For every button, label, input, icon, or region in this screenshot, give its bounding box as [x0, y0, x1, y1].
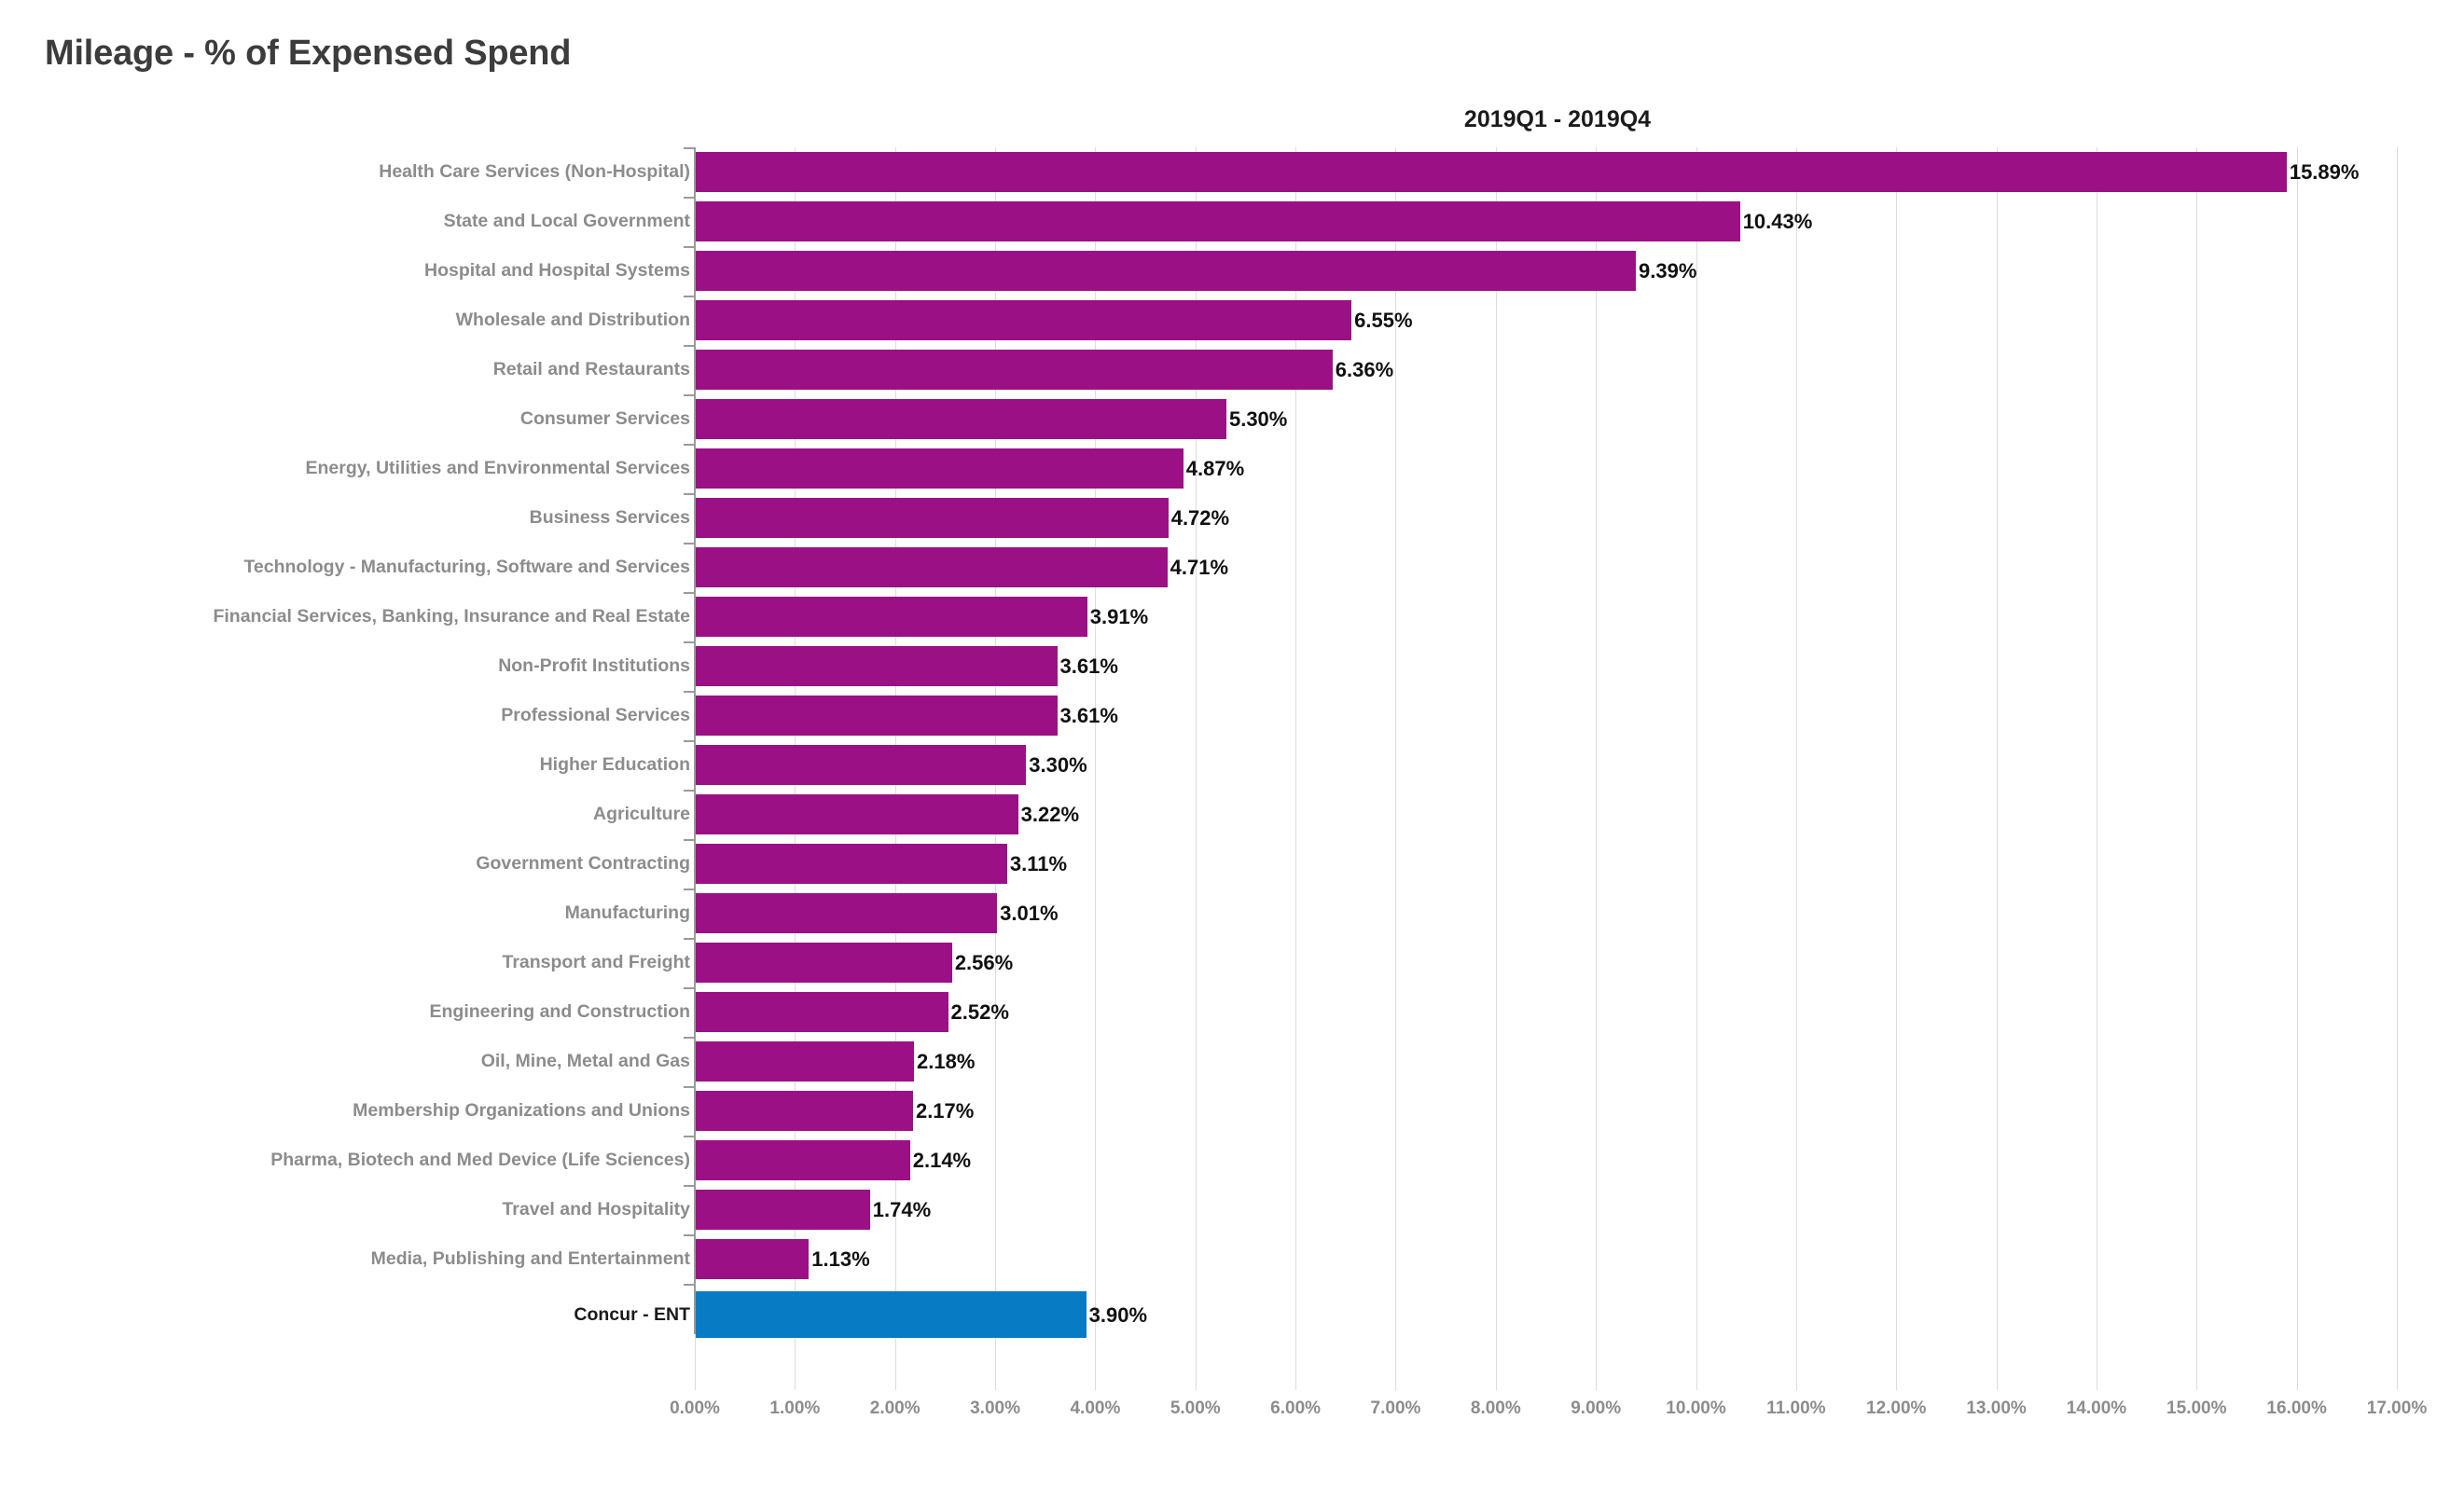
x-axis: 0.00% 1.00% 2.00% 3.00% 4.00% 5.00% 6.00% 7.00%…: [670, 1398, 2427, 1436]
y-axis-tick: [684, 641, 695, 643]
x-tick-label: 8.00%: [1470, 1398, 1521, 1418]
bar[interactable]: [696, 1291, 1087, 1338]
y-axis-tick: [684, 147, 695, 149]
bar-value-label: 1.13%: [811, 1247, 870, 1271]
category-label: Media, Publishing and Entertainment: [370, 1248, 690, 1269]
y-axis-tick: [684, 889, 695, 890]
bar[interactable]: [696, 399, 1226, 439]
bar-chart: Health Care Services (Non-Hospital) 15.89…: [0, 147, 2464, 1397]
y-axis-tick: [684, 197, 695, 199]
bar[interactable]: [696, 498, 1169, 538]
x-tick-label: 14.00%: [2066, 1398, 2127, 1418]
chart-row: Media, Publishing and Entertainment 1.13%: [0, 1229, 2464, 1289]
bar[interactable]: [696, 597, 1087, 637]
bar[interactable]: [696, 1190, 870, 1230]
bar[interactable]: [696, 992, 948, 1032]
bar[interactable]: [696, 1239, 810, 1279]
bar[interactable]: [696, 152, 2287, 192]
bar[interactable]: [696, 844, 1007, 884]
x-tick-label: 12.00%: [1866, 1398, 1927, 1418]
x-tick-label: 0.00%: [670, 1398, 720, 1418]
x-tick-label: 5.00%: [1170, 1398, 1221, 1418]
x-tick-label: 4.00%: [1070, 1398, 1121, 1418]
y-axis-tick: [684, 938, 695, 940]
bar[interactable]: [696, 1140, 910, 1180]
chart-subtitle: 2019Q1 - 2019Q4: [1463, 106, 1652, 132]
bar[interactable]: [696, 696, 1058, 736]
category-label: Concur - ENT: [574, 1304, 690, 1325]
y-axis-tick: [684, 444, 695, 446]
x-tick-label: 15.00%: [2166, 1398, 2227, 1418]
y-axis-tick: [684, 790, 695, 792]
y-axis-tick: [684, 1136, 695, 1137]
bar[interactable]: [696, 300, 1352, 340]
bar[interactable]: [696, 794, 1018, 834]
y-axis-tick: [684, 394, 695, 396]
y-axis-tick: [684, 691, 695, 693]
y-axis-tick: [684, 839, 695, 841]
bar[interactable]: [696, 1091, 913, 1131]
y-axis-tick: [684, 493, 695, 495]
y-axis-tick: [684, 592, 695, 594]
bar[interactable]: [696, 201, 1740, 241]
bar[interactable]: [696, 1041, 915, 1082]
bar[interactable]: [696, 893, 998, 933]
bar[interactable]: [696, 350, 1333, 390]
y-axis-tick: [684, 1185, 695, 1187]
bar[interactable]: [696, 646, 1058, 686]
page-title: Mileage - % of Expensed Spend: [45, 34, 572, 73]
x-tick-label: 7.00%: [1370, 1398, 1421, 1418]
bar[interactable]: [696, 547, 1168, 587]
chart-row-highlight: Concur - ENT 3.90%: [0, 1285, 2464, 1345]
y-axis-tick: [684, 1037, 695, 1039]
bar-value-label: 3.90%: [1088, 1303, 1148, 1327]
x-tick-label: 10.00%: [1666, 1398, 1726, 1418]
bar[interactable]: [696, 745, 1027, 785]
x-tick-label: 17.00%: [2366, 1398, 2428, 1418]
x-tick-label: 9.00%: [1571, 1398, 1622, 1418]
x-tick-label: 16.00%: [2266, 1398, 2327, 1418]
x-tick-label: 3.00%: [970, 1398, 1020, 1418]
y-axis-tick: [684, 296, 695, 297]
x-tick-label: 1.00%: [769, 1398, 821, 1418]
x-tick-label: 6.00%: [1270, 1398, 1322, 1418]
y-axis-tick: [684, 987, 695, 989]
y-axis-tick: [684, 1284, 695, 1286]
y-axis-tick: [684, 345, 695, 347]
y-axis-tick: [684, 543, 695, 544]
x-tick-label: 2.00%: [869, 1398, 921, 1418]
y-axis-tick: [684, 246, 695, 248]
bar[interactable]: [696, 943, 952, 983]
bar[interactable]: [696, 251, 1637, 291]
x-tick-label: 13.00%: [1966, 1398, 2027, 1418]
bar[interactable]: [696, 448, 1184, 489]
x-tick-label: 11.00%: [1766, 1398, 1826, 1418]
y-axis-tick: [684, 740, 695, 742]
y-axis-tick: [684, 1234, 695, 1236]
y-axis-tick: [684, 1086, 695, 1088]
